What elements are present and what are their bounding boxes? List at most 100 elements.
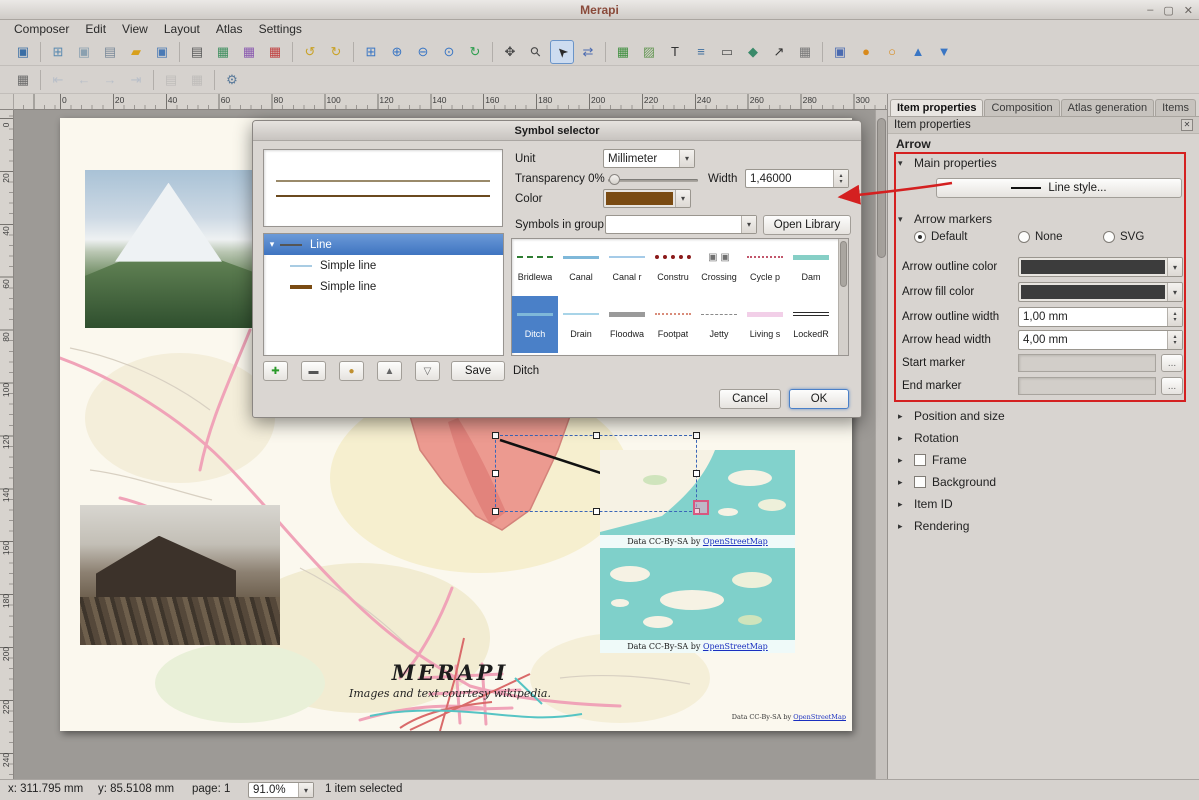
lock-symbol-button[interactable]: ●: [339, 361, 364, 381]
section-frame[interactable]: ▸Frame: [898, 450, 1193, 470]
selection-handle[interactable]: [492, 432, 499, 439]
zoom-full-button[interactable]: ⊞: [359, 40, 383, 64]
expander-icon[interactable]: ▾: [264, 239, 280, 250]
undo-button[interactable]: ↺: [298, 40, 322, 64]
menu-composer[interactable]: Composer: [6, 21, 77, 37]
unlock-items-button[interactable]: ○: [880, 40, 904, 64]
add-arrow-button[interactable]: ↗: [767, 40, 791, 64]
add-image-button[interactable]: ▨: [637, 40, 661, 64]
background-checkbox[interactable]: [914, 476, 926, 488]
menu-layout[interactable]: Layout: [156, 21, 208, 37]
zoom-out-button[interactable]: ⊖: [411, 40, 435, 64]
expand-icon[interactable]: ▸: [898, 455, 908, 466]
symbol-tree-item-simple-line[interactable]: Simple line: [264, 276, 503, 297]
chevron-down-icon[interactable]: ▾: [741, 216, 756, 233]
dialog-titlebar[interactable]: Symbol selector: [253, 121, 861, 141]
frame-checkbox[interactable]: [914, 454, 926, 466]
refresh-view-button[interactable]: ↻: [463, 40, 487, 64]
lock-items-button[interactable]: ●: [854, 40, 878, 64]
spin-down-icon[interactable]: ▾: [839, 179, 842, 185]
shape-up-button[interactable]: ▲: [377, 361, 402, 381]
symbol-options-button[interactable]: ▬: [301, 361, 326, 381]
symbol-constru[interactable]: Constru: [650, 239, 696, 296]
add-legend-button[interactable]: ≡: [689, 40, 713, 64]
svg-radio[interactable]: [1103, 231, 1115, 243]
select-move-item-button[interactable]: ➤: [550, 40, 574, 64]
section-rotation[interactable]: ▸Rotation: [898, 428, 1193, 448]
section-background[interactable]: ▸Background: [898, 472, 1193, 492]
expand-icon[interactable]: ▸: [898, 477, 908, 488]
load-template-button[interactable]: ▰: [124, 40, 148, 64]
symbol-jetty[interactable]: Jetty: [696, 296, 742, 353]
inset-map-indonesia[interactable]: Data CC-By-SA by OpenStreetMap: [600, 548, 795, 653]
page-title[interactable]: MERAPI: [250, 660, 650, 685]
symbol-color-button[interactable]: ▾: [603, 189, 691, 208]
symbol-crossing[interactable]: ▣ ▣Crossing: [696, 239, 742, 296]
symbol-tree-item-line[interactable]: ▾Line: [264, 234, 503, 255]
maximize-icon[interactable]: ▢: [1163, 4, 1173, 17]
start-marker-browse-button[interactable]: ...: [1161, 354, 1183, 372]
symbol-footpat[interactable]: Footpat: [650, 296, 696, 353]
menu-atlas[interactable]: Atlas: [208, 21, 251, 37]
export-atlas-button[interactable]: ▦: [185, 68, 209, 92]
selection-handle[interactable]: [492, 470, 499, 477]
section-position-and-size[interactable]: ▸Position and size: [898, 406, 1193, 426]
expand-icon[interactable]: ▸: [898, 433, 908, 444]
symbol-dam[interactable]: Dam: [788, 239, 834, 296]
new-composition-button[interactable]: ⊞: [46, 40, 70, 64]
add-table-button[interactable]: ▦: [793, 40, 817, 64]
symbol-bridlewa[interactable]: Bridlewa: [512, 239, 558, 296]
osm-link[interactable]: OpenStreetMap: [703, 537, 768, 546]
selection-handle[interactable]: [593, 508, 600, 515]
open-library-button[interactable]: Open Library: [763, 215, 851, 235]
selection-handle[interactable]: [593, 432, 600, 439]
composer-manager-button[interactable]: ▤: [98, 40, 122, 64]
chevron-down-icon[interactable]: ▾: [1167, 258, 1182, 276]
arrow-outline-width-spinbox[interactable]: 1,00 mm ▴▾: [1018, 307, 1183, 327]
zoom-tool-button[interactable]: ⚲: [524, 40, 548, 64]
width-spinbox[interactable]: 1,46000 ▴▾: [745, 169, 849, 188]
export-image-button[interactable]: ▦: [211, 40, 235, 64]
tab-composition[interactable]: Composition: [984, 99, 1059, 116]
photo-mount-merapi[interactable]: [85, 170, 252, 328]
cancel-button[interactable]: Cancel: [719, 389, 781, 409]
spin-down-icon[interactable]: ▾: [1173, 340, 1176, 346]
selection-handle[interactable]: [492, 508, 499, 515]
move-item-content-button[interactable]: ⇄: [576, 40, 600, 64]
selection-rectangle[interactable]: [495, 435, 697, 512]
tab-items[interactable]: Items: [1155, 99, 1196, 116]
collapse-icon[interactable]: ▾: [898, 158, 908, 169]
shape-down-button[interactable]: ▽: [415, 361, 440, 381]
spinner-icons[interactable]: ▴▾: [1167, 331, 1182, 349]
print-atlas-button[interactable]: ▤: [159, 68, 183, 92]
atlas-settings-button[interactable]: ⚙: [220, 68, 244, 92]
none-radio[interactable]: [1018, 231, 1030, 243]
redo-button[interactable]: ↻: [324, 40, 348, 64]
arrow-node-marker[interactable]: [693, 500, 709, 515]
menu-view[interactable]: View: [114, 21, 156, 37]
symbol-tree-item-simple-line[interactable]: Simple line: [264, 255, 503, 276]
ok-button[interactable]: OK: [789, 389, 849, 409]
selection-handle[interactable]: [693, 432, 700, 439]
canvas-scrollbar[interactable]: [875, 110, 887, 779]
arrow-head-width-spinbox[interactable]: 4,00 mm ▴▾: [1018, 330, 1183, 350]
symbol-floodwa[interactable]: Floodwa: [604, 296, 650, 353]
symbol-lockedr[interactable]: LockedR: [788, 296, 834, 353]
zoom-in-button[interactable]: ⊕: [385, 40, 409, 64]
slider-knob[interactable]: [609, 174, 620, 185]
chevron-down-icon[interactable]: ▾: [675, 190, 690, 207]
panel-close-button[interactable]: ✕: [1181, 119, 1193, 131]
add-map-button[interactable]: ▦: [611, 40, 635, 64]
add-symbol-button[interactable]: ✚: [263, 361, 288, 381]
section-item-id[interactable]: ▸Item ID: [898, 494, 1193, 514]
zoom-level-combo[interactable]: 91.0% ▾: [248, 782, 314, 798]
symbol-drain[interactable]: Drain: [558, 296, 604, 353]
expand-icon[interactable]: ▸: [898, 499, 908, 510]
end-marker-browse-button[interactable]: ...: [1161, 377, 1183, 395]
close-icon[interactable]: ✕: [1184, 4, 1193, 17]
arrow-fill-color-button[interactable]: ▾: [1018, 282, 1183, 302]
chevron-down-icon[interactable]: ▾: [298, 783, 313, 797]
minimize-icon[interactable]: –: [1147, 4, 1153, 16]
page-subtitle[interactable]: Images and text courtesy wikipedia.: [210, 687, 690, 700]
default-radio[interactable]: [914, 231, 926, 243]
